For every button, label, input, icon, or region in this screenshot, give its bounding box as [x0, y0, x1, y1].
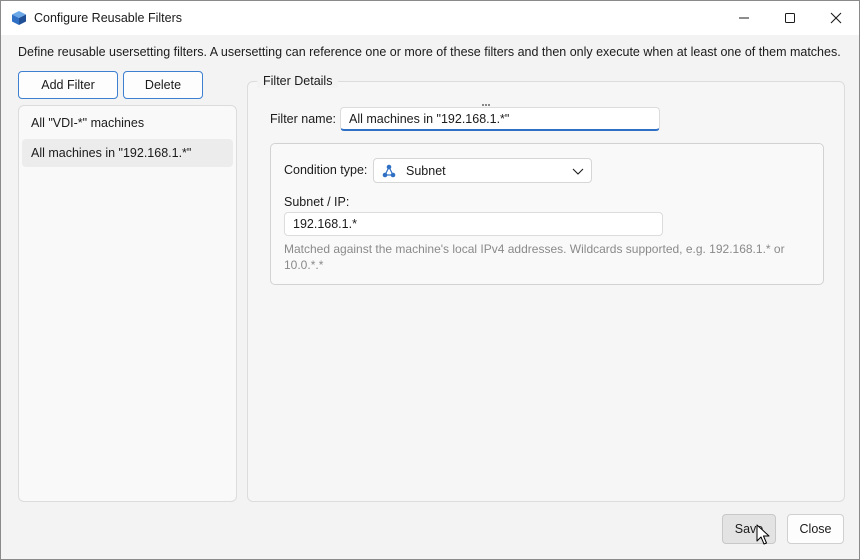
subnet-input[interactable]: 192.168.1.* [284, 212, 663, 236]
list-item-label: All machines in "192.168.1.*" [31, 146, 192, 160]
add-filter-button[interactable]: Add Filter [18, 71, 118, 99]
list-item-label: All "VDI-*" machines [31, 116, 145, 130]
list-item[interactable]: All "VDI-*" machines [22, 109, 233, 137]
close-button[interactable]: Close [787, 514, 844, 544]
filter-name-label: Filter name: [270, 112, 336, 126]
condition-type-value: Subnet [406, 164, 446, 178]
filter-list[interactable]: All "VDI-*" machines All machines in "19… [18, 105, 237, 502]
network-nodes-icon [382, 164, 396, 178]
chevron-down-icon [572, 168, 584, 175]
close-window-button[interactable] [813, 1, 859, 35]
dialog-window: Configure Reusable Filters Define reusab… [0, 0, 860, 560]
window-title: Configure Reusable Filters [34, 11, 182, 25]
filter-name-input[interactable]: All machines in "192.168.1.*" [340, 107, 660, 131]
dialog-description: Define reusable usersetting filters. A u… [18, 45, 841, 59]
list-item[interactable]: All machines in "192.168.1.*" [22, 139, 233, 167]
minimize-icon [739, 17, 749, 19]
mouse-pointer-icon [756, 524, 770, 545]
text-cursor-marker [482, 104, 490, 106]
title-bar[interactable]: Configure Reusable Filters [1, 1, 859, 35]
filter-name-value: All machines in "192.168.1.*" [349, 111, 510, 126]
minimize-button[interactable] [721, 1, 767, 35]
condition-type-label: Condition type: [284, 163, 368, 177]
cube-icon [12, 11, 26, 25]
close-icon [830, 12, 842, 24]
condition-type-select[interactable]: Subnet [373, 158, 592, 183]
subnet-label: Subnet / IP: [284, 195, 350, 209]
subnet-hint: Matched against the machine's local IPv4… [284, 242, 785, 272]
filter-details-title: Filter Details [257, 74, 339, 88]
maximize-button[interactable] [767, 1, 813, 35]
delete-filter-button[interactable]: Delete [123, 71, 203, 99]
maximize-icon [785, 13, 795, 23]
subnet-value: 192.168.1.* [293, 217, 357, 231]
